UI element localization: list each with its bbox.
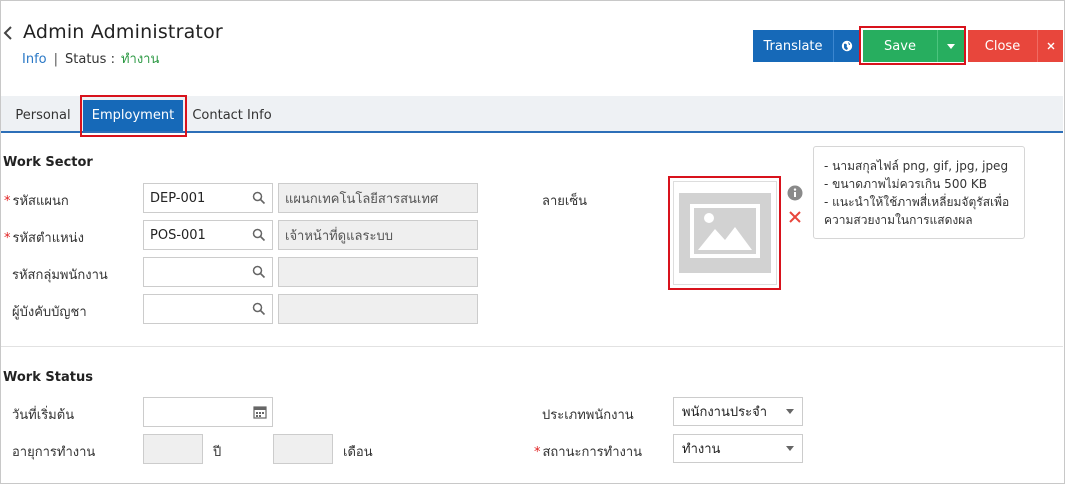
translate-button[interactable]: Translate (753, 30, 833, 62)
search-icon[interactable] (252, 228, 266, 242)
employee-type-select[interactable]: พนักงานประจำ (673, 397, 803, 426)
work-sector-heading: Work Sector (3, 155, 93, 170)
position-name-field: เจ้าหน้าที่ดูแลระบบ (278, 220, 478, 250)
start-date-input[interactable] (143, 397, 273, 427)
tooltip-line: - ขนาดภาพไม่ควรเกิน 500 KB (824, 177, 988, 191)
tab-contact-info[interactable]: Contact Info (188, 100, 276, 131)
department-name-field: แผนกเทคโนโลยีสารสนเทศ (278, 183, 478, 213)
signature-image-upload[interactable] (673, 181, 777, 285)
tenure-years-field (143, 434, 203, 464)
calendar-icon[interactable] (253, 405, 267, 419)
employee-type-label: ประเภทพนักงาน (542, 408, 634, 423)
signature-label: ลายเซ็น (542, 194, 588, 209)
supervisor-label: ผู้บังคับบัญชา (12, 305, 87, 320)
required-asterisk: * (4, 231, 11, 246)
work-status-heading: Work Status (3, 370, 93, 385)
tenure-months-field (273, 434, 333, 464)
section-divider (1, 346, 1063, 347)
back-chevron-icon[interactable] (3, 24, 13, 45)
department-code-label: * รหัสแผนก (4, 194, 69, 209)
close-button[interactable]: Close (968, 30, 1037, 62)
tooltip-line: - แนะนำให้ใช้ภาพสี่เหลี่ยมจัตุรัสเพื่อ (824, 195, 1010, 209)
globe-icon[interactable] (833, 30, 859, 62)
search-icon[interactable] (252, 302, 266, 316)
employee-group-code-label: รหัสกลุ่มพนักงาน (12, 268, 108, 283)
work-status-label: * สถานะการทำงาน (534, 445, 643, 460)
required-asterisk: * (4, 194, 11, 209)
supervisor-input[interactable] (143, 294, 273, 324)
close-x-icon[interactable] (1037, 30, 1063, 62)
supervisor-name-field (278, 294, 478, 324)
status-colon: : (110, 52, 115, 67)
years-unit-label: ปี (213, 445, 222, 460)
dropdown-caret-icon (786, 446, 794, 451)
remove-x-icon[interactable] (788, 210, 802, 224)
position-code-input[interactable]: POS-001 (143, 220, 273, 250)
required-asterisk: * (534, 445, 541, 460)
tab-employment[interactable]: Employment (83, 100, 183, 131)
work-status-select[interactable]: ทำงาน (673, 434, 803, 463)
save-button[interactable]: Save (863, 30, 937, 62)
page-title: Admin Administrator (23, 21, 223, 43)
record-subline: Info | Status : ทำงาน (22, 48, 159, 69)
save-dropdown-caret-icon[interactable] (937, 30, 964, 62)
info-link[interactable]: Info (22, 52, 47, 67)
info-icon[interactable] (787, 185, 803, 201)
tab-personal[interactable]: Personal (7, 100, 79, 131)
status-value: ทำงาน (120, 52, 160, 67)
upload-tooltip: - นามสกุลไฟล์ png, gif, jpg, jpeg - ขนาด… (813, 146, 1025, 239)
status-label: Status (65, 52, 107, 67)
tooltip-line: ความสวยงามในการแสดงผล (824, 213, 973, 227)
tooltip-line: - นามสกุลไฟล์ png, gif, jpg, jpeg (824, 159, 1009, 173)
search-icon[interactable] (252, 191, 266, 205)
position-code-label: * รหัสตำแหน่ง (4, 231, 84, 246)
dropdown-caret-icon (786, 409, 794, 414)
months-unit-label: เดือน (343, 445, 373, 460)
search-icon[interactable] (252, 265, 266, 279)
department-code-input[interactable]: DEP-001 (143, 183, 273, 213)
subline-separator: | (53, 52, 58, 67)
start-date-label: วันที่เริ่มต้น (12, 408, 75, 423)
image-placeholder-icon (679, 193, 771, 273)
tenure-label: อายุการทำงาน (12, 445, 96, 460)
employee-group-code-input[interactable] (143, 257, 273, 287)
employee-group-name-field (278, 257, 478, 287)
